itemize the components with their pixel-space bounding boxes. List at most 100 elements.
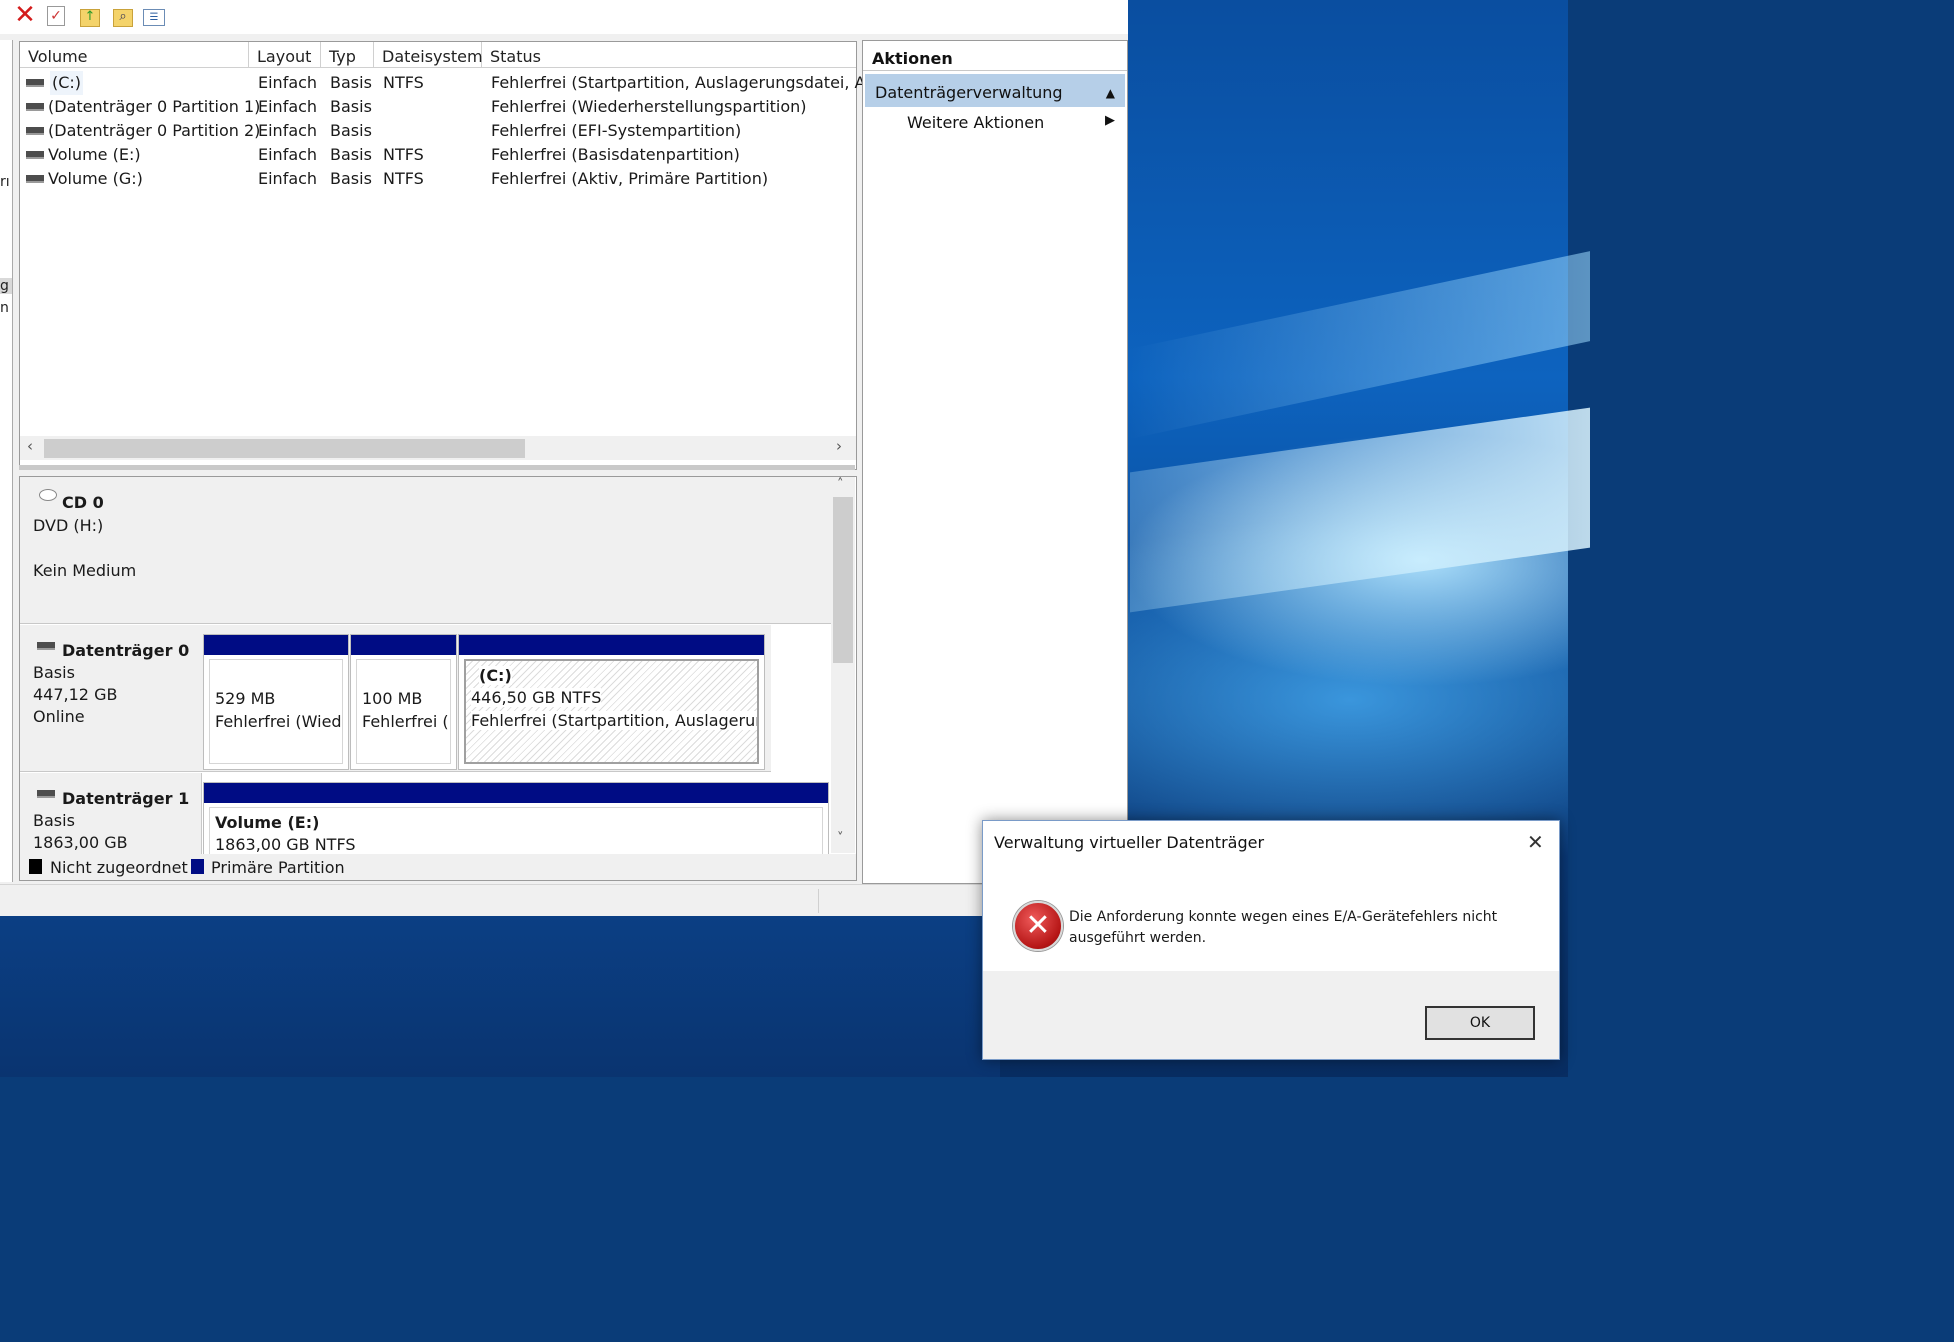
cell-layout: Einfach <box>258 121 318 140</box>
cell-type: Basis <box>330 97 372 116</box>
disk-icon <box>37 790 55 798</box>
column-header-type[interactable]: Typ <box>321 42 374 68</box>
cell-layout: Einfach <box>258 73 318 92</box>
partition-block-c[interactable]: (C:) 446,50 GB NTFS Fehlerfrei (Startpar… <box>458 634 765 770</box>
partition-status: Fehlerfrei (Startpartition, Auslagerungs <box>471 711 757 730</box>
column-header-volume[interactable]: Volume <box>20 42 249 68</box>
table-row[interactable]: Volume (G:) Einfach Basis NTFS Fehlerfre… <box>20 167 856 191</box>
partition-bar <box>351 635 456 655</box>
disk-graphical-view: CD 0 DVD (H:) Kein Medium Datenträger 0 … <box>19 476 857 856</box>
table-row[interactable]: Volume (E:) Einfach Basis NTFS Fehlerfre… <box>20 143 856 167</box>
partition-bar <box>204 783 828 803</box>
list-view-icon[interactable]: ☰ <box>143 9 165 26</box>
disk-size: 447,12 GB <box>33 685 118 704</box>
delete-icon[interactable]: ✕ <box>14 2 36 28</box>
disk-drive-letter: DVD (H:) <box>33 516 104 535</box>
cell-filesystem: NTFS <box>383 145 424 164</box>
cell-volume: (Datenträger 0 Partition 1) <box>48 97 261 116</box>
more-actions-item[interactable]: Weitere Aktionen <box>907 113 1044 132</box>
cell-status: Fehlerfrei (Aktiv, Primäre Partition) <box>491 169 769 188</box>
cell-type: Basis <box>330 169 372 188</box>
dialog-message: Die Anforderung konnte wegen eines E/A-G… <box>1069 909 1498 946</box>
disk-name: CD 0 <box>62 493 104 512</box>
disk-media-status: Kein Medium <box>33 561 137 580</box>
status-separator <box>818 889 819 913</box>
scrollbar-thumb[interactable] <box>833 497 853 663</box>
partition-block-e[interactable]: Volume (E:) 1863,00 GB NTFS <box>203 782 829 855</box>
navigation-tree-edge: rı g n <box>0 40 13 882</box>
partition-status: Fehlerfrei (E <box>362 712 451 731</box>
partition-size: 529 MB <box>215 689 276 708</box>
partition-legend: Nicht zugeordnet Primäre Partition <box>19 854 857 881</box>
pane-splitter[interactable] <box>19 465 855 470</box>
drive-icon <box>26 79 44 87</box>
table-row[interactable]: (Datenträger 0 Partition 2) Einfach Basi… <box>20 119 856 143</box>
scroll-right-icon[interactable]: › <box>836 437 842 455</box>
partition-block[interactable]: 100 MB Fehlerfrei (E <box>350 634 457 770</box>
up-folder-icon[interactable]: ↑ <box>80 9 100 27</box>
cd-drive-icon <box>39 489 57 501</box>
legend-label-unallocated: Nicht zugeordnet <box>50 858 188 877</box>
cell-volume: Volume (G:) <box>48 169 143 188</box>
error-dialog: Verwaltung virtueller Datenträger ✕ ✕ Di… <box>982 820 1560 1060</box>
table-row[interactable]: (Datenträger 0 Partition 1) Einfach Basi… <box>20 95 856 119</box>
horizontal-scrollbar[interactable]: ‹ › <box>20 436 856 460</box>
cell-type: Basis <box>330 145 372 164</box>
scroll-down-icon[interactable]: ˅ <box>837 831 844 846</box>
disk-label-cd0[interactable]: CD 0 DVD (H:) Kein Medium <box>20 477 202 624</box>
disk-name: Datenträger 1 <box>62 789 190 808</box>
partition-body: Volume (E:) 1863,00 GB NTFS <box>209 807 823 855</box>
close-icon[interactable]: ✕ <box>1527 830 1544 854</box>
toolbar: ✕ ✓ ↑ ⌕ ☰ <box>0 0 1128 34</box>
cell-filesystem: NTFS <box>383 169 424 188</box>
collapse-up-icon[interactable]: ▲ <box>1106 74 1115 112</box>
cell-layout: Einfach <box>258 145 318 164</box>
scroll-up-icon[interactable]: ˄ <box>837 477 844 492</box>
ok-button[interactable]: OK <box>1425 1006 1535 1040</box>
wallpaper-light-beam <box>1130 251 1590 439</box>
cell-filesystem: NTFS <box>383 73 424 92</box>
scroll-left-icon[interactable]: ‹ <box>27 437 33 455</box>
disk-size: 1863,00 GB <box>33 833 128 852</box>
disk-icon <box>37 642 55 650</box>
cd0-area <box>201 477 831 624</box>
partition-title: (C:) <box>479 666 512 685</box>
drive-icon <box>26 127 44 135</box>
cell-status: Fehlerfrei (EFI-Systempartition) <box>491 121 742 140</box>
partition-bar <box>204 635 348 655</box>
tree-fragment: rı <box>0 174 10 190</box>
vertical-scrollbar[interactable]: ˄ ˅ <box>831 477 855 853</box>
properties-icon[interactable]: ✓ <box>47 6 65 26</box>
actions-group-label: Datenträgerverwaltung <box>875 83 1063 102</box>
partition-block[interactable]: 529 MB Fehlerfrei (Wiede <box>203 634 349 770</box>
disk-type: Basis <box>33 811 75 830</box>
cell-layout: Einfach <box>258 169 318 188</box>
tree-fragment: n <box>0 300 9 316</box>
disk-label-disk1[interactable]: Datenträger 1 Basis 1863,00 GB <box>20 773 202 855</box>
disk-state: Online <box>33 707 85 726</box>
table-row[interactable]: (C:) Einfach Basis NTFS Fehlerfrei (Star… <box>20 71 890 95</box>
dialog-footer: OK <box>983 971 1559 1059</box>
actions-pane: Aktionen Datenträgerverwaltung ▲ Weitere… <box>862 40 1128 884</box>
legend-swatch-primary <box>191 859 204 874</box>
partition-status: Fehlerfrei (Wiede <box>215 712 343 731</box>
actions-group-disk-management[interactable]: Datenträgerverwaltung ▲ <box>865 74 1125 107</box>
column-header-status[interactable]: Status <box>482 42 856 68</box>
partition-size: 446,50 GB NTFS <box>471 688 602 707</box>
disk-management-window: ✕ ✓ ↑ ⌕ ☰ rı g n Volume Layout Typ Datei… <box>0 0 1128 916</box>
tree-fragment: g <box>0 278 12 294</box>
status-bar <box>0 884 1128 916</box>
partition-size: 100 MB <box>362 689 423 708</box>
column-header-layout[interactable]: Layout <box>249 42 321 68</box>
column-header-filesystem[interactable]: Dateisystem <box>374 42 483 68</box>
cell-status: Fehlerfrei (Startpartition, Auslagerungs… <box>491 73 891 92</box>
cell-volume: Volume (E:) <box>48 145 141 164</box>
disk-name: Datenträger 0 <box>62 641 190 660</box>
scrollbar-thumb[interactable] <box>44 439 525 458</box>
disk-label-disk0[interactable]: Datenträger 0 Basis 447,12 GB Online <box>20 625 202 772</box>
legend-swatch-unallocated <box>29 859 42 874</box>
drive-icon <box>26 151 44 159</box>
search-folder-icon[interactable]: ⌕ <box>113 9 133 27</box>
drive-icon <box>26 103 44 111</box>
partition-size: 1863,00 GB NTFS <box>215 835 356 854</box>
